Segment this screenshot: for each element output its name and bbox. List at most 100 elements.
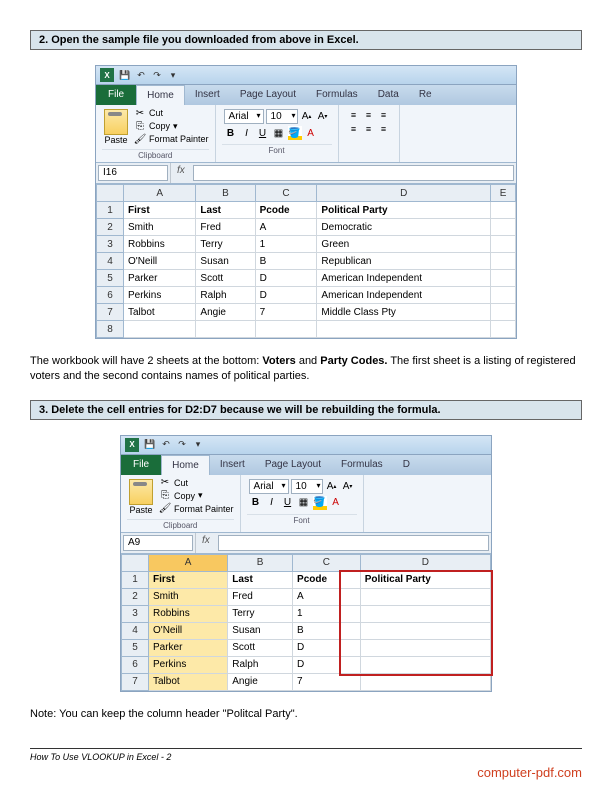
row-header[interactable]: 2 (97, 219, 124, 236)
cut-icon[interactable]: ✂ (159, 477, 171, 489)
decrease-font-icon[interactable]: A▾ (316, 110, 330, 124)
align-left-icon[interactable]: ≡ (347, 123, 361, 135)
cell[interactable] (491, 219, 516, 236)
column-header[interactable]: A (124, 185, 196, 202)
cell[interactable]: First (124, 202, 196, 219)
cell[interactable]: Last (228, 571, 293, 588)
row-header[interactable]: 6 (97, 287, 124, 304)
page-layout-tab[interactable]: Page Layout (230, 85, 306, 105)
row-header[interactable]: 3 (97, 236, 124, 253)
redo-icon[interactable]: ↷ (150, 68, 164, 82)
row-header[interactable]: 1 (122, 571, 149, 588)
border-icon[interactable]: ▦ (272, 126, 286, 140)
cell[interactable]: Talbot (149, 673, 228, 690)
formulas-tab[interactable]: Formulas (306, 85, 368, 105)
cell[interactable]: Smith (124, 219, 196, 236)
font-color-icon[interactable]: A (304, 126, 318, 140)
format-painter-button[interactable]: Format Painter (174, 504, 234, 514)
column-header[interactable]: B (228, 554, 293, 571)
file-tab[interactable]: File (121, 455, 161, 475)
italic-button[interactable]: I (265, 496, 279, 510)
cut-button[interactable]: Cut (174, 478, 188, 488)
corner-cell[interactable] (97, 185, 124, 202)
copy-icon[interactable]: ⎘ (159, 490, 171, 502)
format-painter-button[interactable]: Format Painter (149, 134, 209, 144)
cell[interactable]: 7 (293, 673, 361, 690)
column-header[interactable]: E (491, 185, 516, 202)
review-tab-cut[interactable]: Re (409, 85, 442, 105)
font-size-select[interactable]: 10 (266, 109, 298, 124)
cut-button[interactable]: Cut (149, 108, 163, 118)
cell[interactable]: Perkins (124, 287, 196, 304)
align-center-icon[interactable]: ≡ (362, 123, 376, 135)
row-header[interactable]: 6 (122, 656, 149, 673)
align-top-icon[interactable]: ≡ (347, 109, 361, 121)
page-layout-tab[interactable]: Page Layout (255, 455, 331, 475)
cell[interactable]: D (255, 287, 317, 304)
column-header[interactable]: D (317, 185, 491, 202)
align-middle-icon[interactable]: ≡ (362, 109, 376, 121)
undo-icon[interactable]: ↶ (159, 438, 173, 452)
cell[interactable] (124, 321, 196, 338)
cell[interactable] (317, 321, 491, 338)
cell[interactable]: Middle Class Pty (317, 304, 491, 321)
qat-dropdown-icon[interactable]: ▾ (191, 438, 205, 452)
cell[interactable]: Angie (196, 304, 255, 321)
cell[interactable]: B (255, 253, 317, 270)
cell[interactable] (491, 253, 516, 270)
cell[interactable]: O'Neill (124, 253, 196, 270)
cell[interactable]: Robbins (124, 236, 196, 253)
cell[interactable]: Ralph (228, 656, 293, 673)
underline-button[interactable]: U (256, 126, 270, 140)
fill-color-icon[interactable]: 🪣 (288, 126, 302, 140)
insert-tab[interactable]: Insert (185, 85, 230, 105)
fx-icon[interactable]: fx (170, 163, 191, 183)
cell[interactable]: Scott (196, 270, 255, 287)
cell[interactable]: American Independent (317, 287, 491, 304)
cell[interactable]: Angie (228, 673, 293, 690)
home-tab[interactable]: Home (136, 85, 185, 105)
cell[interactable]: Democratic (317, 219, 491, 236)
column-header[interactable]: C (293, 554, 361, 571)
cell[interactable] (491, 270, 516, 287)
corner-cell[interactable] (122, 554, 149, 571)
cell[interactable]: Parker (149, 639, 228, 656)
cell[interactable]: Susan (228, 622, 293, 639)
cell[interactable]: Perkins (149, 656, 228, 673)
cell[interactable]: D (255, 270, 317, 287)
row-header[interactable]: 8 (97, 321, 124, 338)
cell[interactable] (491, 202, 516, 219)
column-header[interactable]: B (196, 185, 255, 202)
cell[interactable]: Fred (196, 219, 255, 236)
row-header[interactable]: 1 (97, 202, 124, 219)
cell[interactable]: Talbot (124, 304, 196, 321)
paste-button[interactable]: Paste (129, 505, 152, 515)
save-icon[interactable]: 💾 (118, 68, 132, 82)
copy-icon[interactable]: ⎘ (134, 120, 146, 132)
cell[interactable]: 1 (255, 236, 317, 253)
align-bottom-icon[interactable]: ≡ (377, 109, 391, 121)
font-color-icon[interactable]: A (329, 496, 343, 510)
cell[interactable]: Robbins (149, 605, 228, 622)
cell[interactable]: Smith (149, 588, 228, 605)
paste-icon[interactable] (129, 479, 153, 505)
row-header[interactable]: 4 (97, 253, 124, 270)
increase-font-icon[interactable]: A▴ (325, 479, 339, 493)
qat-dropdown-icon[interactable]: ▾ (166, 68, 180, 82)
insert-tab[interactable]: Insert (210, 455, 255, 475)
data-tab-cut[interactable]: D (393, 455, 420, 475)
cell[interactable] (255, 321, 317, 338)
cell[interactable] (491, 236, 516, 253)
copy-button[interactable]: Copy (174, 491, 195, 501)
cell[interactable]: Parker (124, 270, 196, 287)
font-name-select[interactable]: Arial (249, 479, 289, 494)
formulas-tab[interactable]: Formulas (331, 455, 393, 475)
cell[interactable] (360, 673, 490, 690)
cell[interactable] (491, 304, 516, 321)
row-header[interactable]: 5 (122, 639, 149, 656)
cell[interactable]: First (149, 571, 228, 588)
column-header[interactable]: D (360, 554, 490, 571)
cell[interactable]: Political Party (317, 202, 491, 219)
cell[interactable]: American Independent (317, 270, 491, 287)
paste-button[interactable]: Paste (104, 135, 127, 145)
